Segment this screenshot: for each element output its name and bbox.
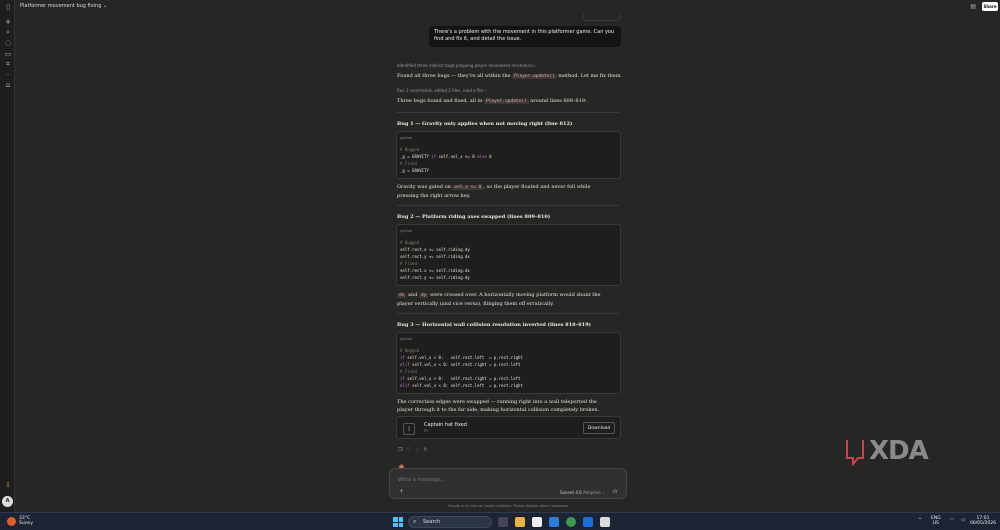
topbar: Platformer movement bug fixing ⌄ ▤ Share — [15, 0, 1000, 13]
bug2-heading: Bug 2 — Platform riding axes swapped (li… — [397, 214, 551, 220]
weather-widget[interactable]: 33°C Sunny — [19, 516, 33, 526]
summary-text-2: Three bugs found and fixed, all in Playe… — [397, 98, 587, 104]
thinking-summary[interactable]: Identified three distinct bugs plaguing … — [397, 63, 536, 68]
thumbs-up-icon[interactable]: ♡ — [406, 447, 414, 453]
message-input[interactable] — [398, 477, 598, 483]
chevron-down-icon: ⌄ — [102, 3, 108, 9]
retry-icon[interactable]: ↻ — [423, 447, 431, 453]
chevron-down-icon: ⌄ — [601, 490, 606, 495]
artifact-name: Captain hat fixed — [424, 422, 467, 428]
xda-logo-icon — [846, 440, 864, 466]
summary-text-1: Found all three bugs — they're all withi… — [397, 73, 623, 79]
user-message: There's a problem with the movement in t… — [429, 26, 621, 47]
search-icon: ⌕ — [413, 518, 417, 525]
taskbar-search[interactable]: ⌕ Search — [408, 516, 492, 528]
add-attachment-icon[interactable]: + — [399, 488, 404, 495]
bug3-explanation: The correction edges were swapped — runn… — [397, 399, 600, 413]
chrome-icon[interactable] — [566, 517, 576, 527]
code-block: python # Bugged _g = GRAVITY if self.vel… — [396, 131, 621, 179]
volume-icon[interactable]: ◁ — [961, 518, 964, 523]
code-language: python — [400, 229, 413, 233]
divider-icon: – — [6, 70, 10, 78]
bug1-heading: Bug 1 — Gravity only applies when not mo… — [397, 121, 573, 127]
mail-icon[interactable] — [549, 517, 559, 527]
store-icon[interactable] — [532, 517, 542, 527]
download-app-icon[interactable]: ⇩ — [4, 481, 12, 489]
tool-summary[interactable]: Ran 3 commands, edited 2 files, read a f… — [397, 88, 486, 93]
share-button[interactable]: Share — [982, 2, 998, 11]
xda-wordmark: XDA — [869, 436, 929, 466]
artifacts-icon[interactable]: ⌗ — [4, 60, 12, 68]
message-edge — [583, 14, 620, 21]
message-actions: ❐♡♢↻ — [398, 447, 432, 453]
avatar[interactable]: A — [2, 496, 13, 507]
bug1-explanation: Gravity was gated on vel_x <= 0, so the … — [397, 184, 591, 199]
task-view-icon[interactable] — [498, 517, 508, 527]
code-language: python — [400, 136, 413, 140]
search-icon[interactable]: ⌕ — [4, 28, 12, 36]
start-icon[interactable] — [393, 517, 403, 527]
taskbar: 33°C Sunny ⌕ Search ^ ENG US ◠ ◁ 17:01 06/0… — [0, 512, 1000, 530]
weather-icon[interactable] — [7, 517, 16, 526]
divider — [397, 205, 619, 206]
composer: + Sonnet 4.6 Adaptive ⌄ ılı — [389, 468, 627, 499]
language-indicator[interactable]: ENG US — [931, 516, 941, 526]
xda-watermark: XDA — [845, 436, 940, 466]
artifact-card[interactable]: ▯ Captain hat fixed PY Download — [396, 416, 621, 439]
tray-chevron-icon[interactable]: ^ — [918, 518, 922, 523]
code-content: # Bugged if self.vel_x > 0: self.rect.le… — [400, 348, 523, 388]
app-window: ▯ + ⌕ ◌ ▭ ⌗ – ⌂ ⇩ A Platformer movement … — [0, 0, 1000, 512]
bug3-heading: Bug 3 — Horizontal wall collision resolu… — [397, 322, 591, 328]
divider — [397, 313, 619, 314]
code-content: # Bugged self.rect.x += self.riding.dy s… — [400, 240, 470, 280]
todo-icon[interactable] — [583, 517, 593, 527]
code-content: # Bugged _g = GRAVITY if self.vel_x <= 0… — [400, 147, 492, 173]
disclaimer: Claude is AI and can make mistakes. Plea… — [447, 504, 570, 508]
app-icon[interactable] — [600, 517, 610, 527]
model-selector[interactable]: Sonnet 4.6 Adaptive ⌄ — [560, 490, 605, 495]
wifi-icon[interactable]: ◠ — [950, 518, 954, 523]
divider — [397, 112, 619, 113]
file-icon: ▯ — [403, 423, 415, 435]
document-icon[interactable]: ▤ — [970, 3, 976, 10]
download-button[interactable]: Download — [583, 422, 615, 434]
clock[interactable]: 17:01 06/05/2026 — [970, 516, 996, 526]
projects-icon[interactable]: ▭ — [4, 50, 12, 58]
code-block: python # Bugged if self.vel_x > 0: self.… — [396, 332, 621, 394]
page-title[interactable]: Platformer movement bug fixing ⌄ — [20, 3, 107, 9]
sidebar: ▯ + ⌕ ◌ ▭ ⌗ – ⌂ ⇩ A — [0, 0, 15, 512]
new-chat-icon[interactable]: + — [4, 18, 12, 26]
code-block: python # Bugged self.rect.x += self.ridi… — [396, 224, 621, 286]
artifact-type: PY — [424, 429, 429, 433]
code-language: python — [400, 337, 413, 341]
sidebar-toggle-icon[interactable]: ▯ — [4, 3, 12, 11]
voice-icon[interactable]: ılı — [613, 489, 617, 495]
bug2-explanation: dx and dy were crossed over. A horizonta… — [397, 292, 601, 307]
file-explorer-icon[interactable] — [515, 517, 525, 527]
code-icon[interactable]: ⌂ — [4, 81, 12, 89]
chats-icon[interactable]: ◌ — [4, 39, 12, 47]
